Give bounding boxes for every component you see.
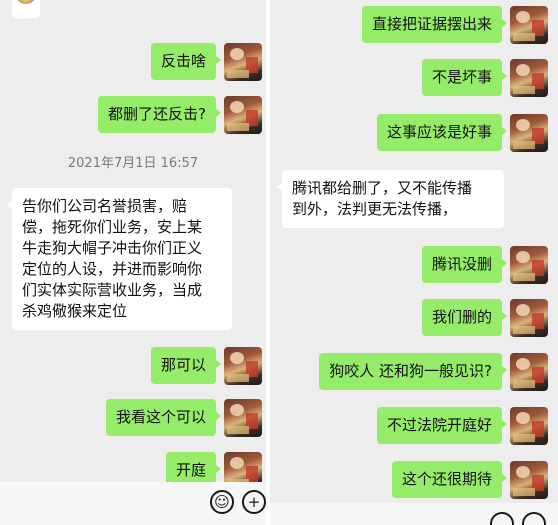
message-bubble[interactable]: 告你们公司名誉损害，赔 偿，拖死你们业务，安上某 牛走狗大帽子冲击你们正义 定位… <box>7 188 232 330</box>
message-bubble[interactable]: 这个还很期待 <box>391 461 508 498</box>
input-bar: ☺ + <box>0 482 266 525</box>
message-row: 我看这个可以 <box>105 399 262 437</box>
message-bubble[interactable]: 那可以 <box>150 347 222 384</box>
right-chat-panel: 直接把证据摆出来 不是坏事 这事应该是好事 腾讯都给删了，又不能传播 到外，法判… <box>270 0 558 525</box>
message-bubble[interactable]: 腾讯没删 <box>421 246 508 283</box>
avatar[interactable] <box>224 399 262 437</box>
message-bubble[interactable]: 腾讯都给删了，又不能传播 到外，法判更无法传播， <box>277 170 504 228</box>
message-row: 那可以 <box>150 347 262 385</box>
message-bubble[interactable]: 狗咬人 还和狗一般见识? <box>319 353 507 390</box>
message-row: 都删了还反击? <box>98 96 262 134</box>
message-row: 狗咬人 还和狗一般见识? <box>319 353 548 391</box>
avatar[interactable] <box>510 246 548 284</box>
avatar[interactable] <box>510 407 548 445</box>
avatar[interactable] <box>510 299 548 337</box>
message-row: 这个还很期待 <box>391 461 548 499</box>
emoji-icon[interactable]: ☺ <box>210 490 234 514</box>
avatar[interactable] <box>224 96 262 134</box>
message-bubble[interactable]: 不是坏事 <box>421 59 508 96</box>
message-row: 腾讯没删 <box>421 246 548 284</box>
avatar[interactable] <box>510 461 548 499</box>
message-row: 这事应该是好事 <box>376 114 548 152</box>
message-row: 腾讯都给删了，又不能传播 到外，法判更无法传播， <box>277 170 504 228</box>
message-row: 不是坏事 <box>421 59 548 97</box>
message-bubble[interactable]: 这事应该是好事 <box>376 114 508 151</box>
message-row: 告你们公司名誉损害，赔 偿，拖死你们业务，安上某 牛走狗大帽子冲击你们正义 定位… <box>7 188 232 330</box>
avatar[interactable] <box>510 353 548 391</box>
emoji-icon[interactable] <box>490 512 514 525</box>
message-bubble[interactable]: 不过法院开庭好 <box>376 407 508 444</box>
message-row: 我们删的 <box>421 299 548 337</box>
timestamp: 2021年7月1日 16:57 <box>67 156 199 171</box>
plus-icon[interactable]: + <box>242 490 266 514</box>
message-bubble[interactable]: 直接把证据摆出来 <box>361 6 508 43</box>
avatar[interactable] <box>510 114 548 152</box>
message-row: 反击啥 <box>150 43 262 81</box>
left-chat-panel: 反击啥 都删了还反击? 2021年7月1日 16:57 告你们公司名誉损害，赔 … <box>0 0 266 525</box>
avatar[interactable] <box>510 6 548 44</box>
message-bubble[interactable]: 反击啥 <box>150 43 222 80</box>
message-row: 直接把证据摆出来 <box>361 6 548 44</box>
contact-avatar-icon[interactable] <box>12 0 40 18</box>
message-row: 不过法院开庭好 <box>376 407 548 445</box>
message-bubble[interactable]: 我看这个可以 <box>105 399 222 436</box>
input-bar <box>270 503 558 525</box>
avatar[interactable] <box>510 59 548 97</box>
message-bubble[interactable]: 都删了还反击? <box>98 96 221 133</box>
message-bubble[interactable]: 我们删的 <box>421 299 508 336</box>
avatar[interactable] <box>224 43 262 81</box>
plus-icon[interactable] <box>522 512 546 525</box>
avatar[interactable] <box>224 347 262 385</box>
